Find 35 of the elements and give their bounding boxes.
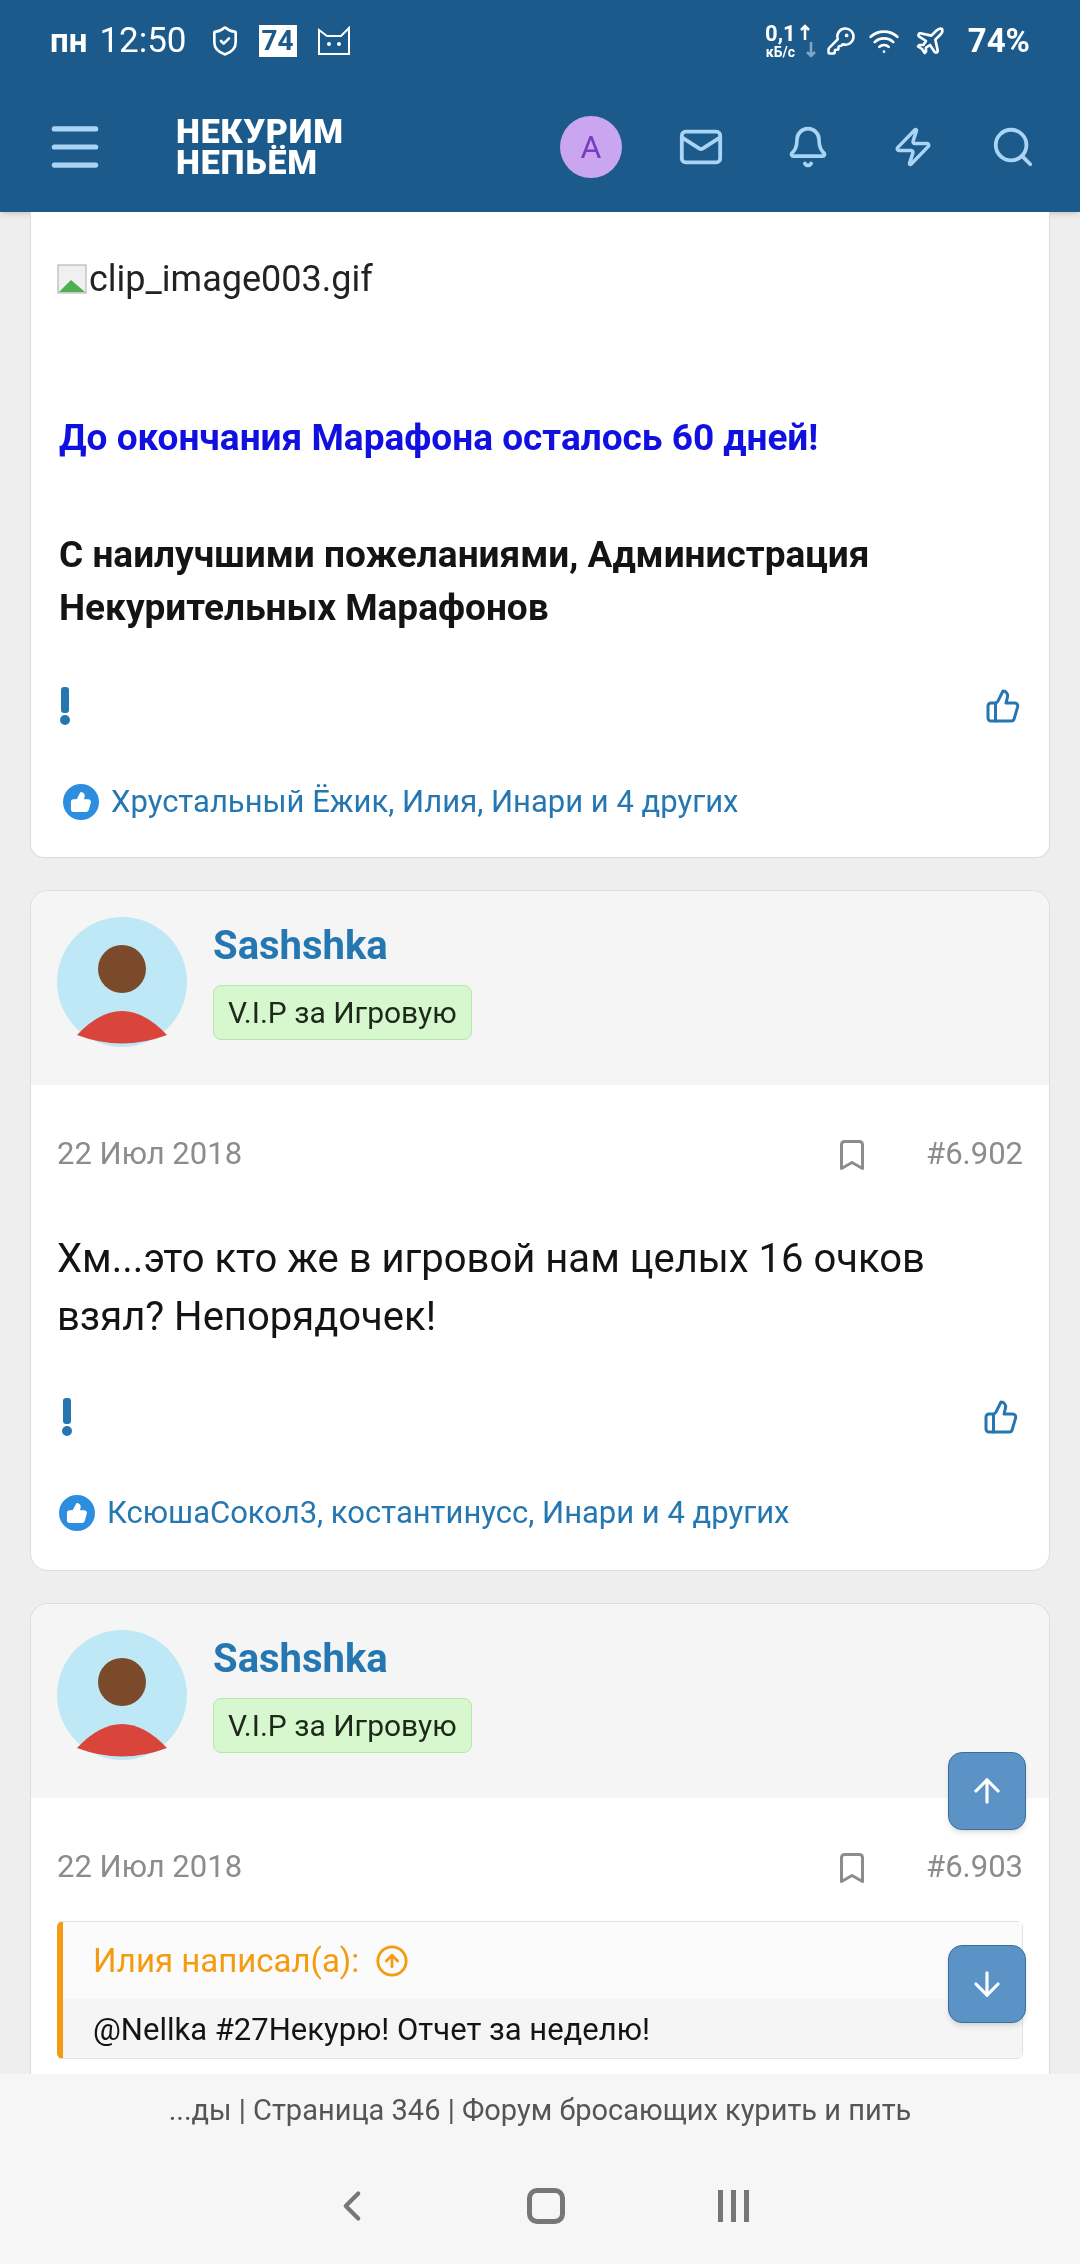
post-date[interactable]: 22 Июл 2018 bbox=[57, 1844, 835, 1891]
like-icon[interactable] bbox=[985, 687, 1021, 724]
author-name[interactable]: Sashshka bbox=[213, 921, 472, 972]
site-logo[interactable]: НЕКУРИМ НЕПЬЁМ bbox=[176, 116, 344, 178]
user-title-badge: V.I.P за Игровую bbox=[213, 985, 472, 1041]
user-title-badge: V.I.P за Игровую bbox=[213, 1698, 472, 1754]
like-icon[interactable] bbox=[983, 1398, 1019, 1435]
status-day: пн bbox=[50, 16, 88, 66]
closing-text: С наилучшими пожеланиями, Администрация Некурительных Марафонов bbox=[58, 531, 871, 632]
highlight-text: До окончания Марафона осталось 60 дней! bbox=[58, 415, 820, 461]
battery-percent: 74% bbox=[967, 20, 1030, 63]
home-icon[interactable] bbox=[527, 2188, 565, 2224]
data-arrows-icon bbox=[799, 24, 816, 58]
author-name[interactable]: Sashshka bbox=[213, 1634, 472, 1685]
page-title: ...ды | Страница 346 | Форум бросающих курить и пить bbox=[168, 2092, 912, 2130]
quote-text: @Nellka #27Некурю! Отчет за неделю! bbox=[93, 2011, 650, 2049]
post-date[interactable]: 22 Июл 2018 bbox=[57, 1131, 835, 1178]
post-text: Хм...это кто же в игровой нам целых 16 очков взял? Непорядочек! bbox=[56, 1233, 926, 1342]
post-number[interactable]: #6.902 bbox=[926, 1131, 1023, 1178]
calendar-badge: 74 bbox=[258, 25, 297, 57]
report-icon[interactable] bbox=[59, 686, 71, 725]
vpn-key-icon bbox=[825, 26, 856, 56]
reactions-link[interactable]: Хрустальный Ёжик, Илия, Инари и 4 других bbox=[111, 778, 739, 826]
scroll-up-button[interactable] bbox=[948, 1752, 1026, 1830]
quote-author[interactable]: Илия написал(а): bbox=[93, 1935, 360, 1986]
report-icon[interactable] bbox=[61, 1397, 73, 1436]
scroll-down-button[interactable] bbox=[948, 1945, 1026, 2023]
image-alt-text: clip_image003.gif bbox=[89, 257, 373, 302]
reactions-link[interactable]: КсюшаСокол3, костантинусс, Инари и 4 других bbox=[107, 1489, 790, 1537]
post-number[interactable]: #6.903 bbox=[926, 1844, 1023, 1891]
net-unit: кБ/с bbox=[765, 45, 795, 59]
user-avatar[interactable]: A bbox=[560, 116, 622, 178]
broken-image-icon bbox=[57, 264, 87, 294]
status-time: 12:50 bbox=[99, 18, 187, 63]
net-speed: 0,1 bbox=[765, 23, 796, 45]
